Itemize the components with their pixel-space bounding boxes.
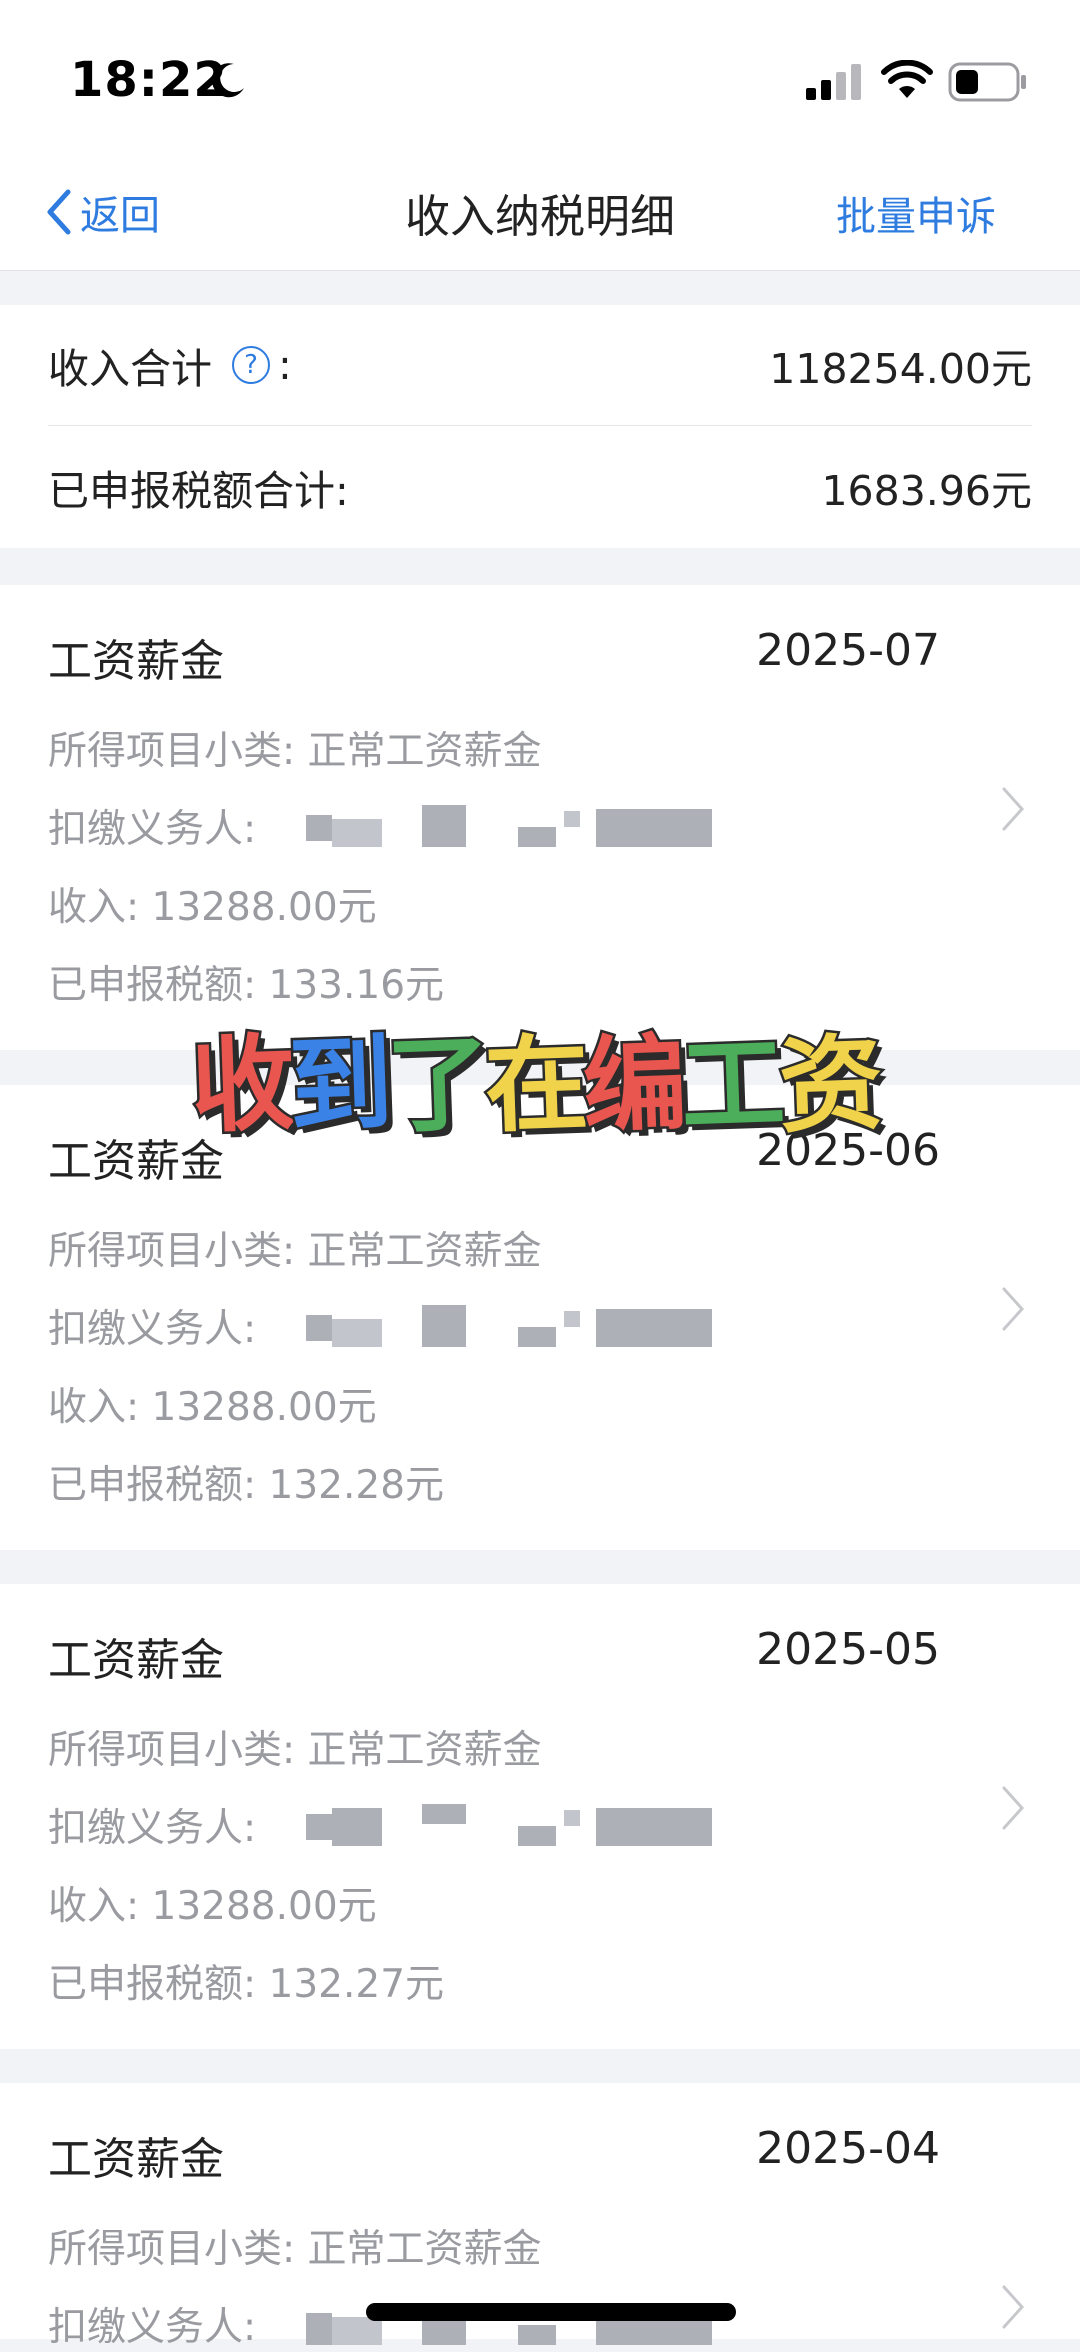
caption-char: 在 [480,1020,587,1150]
batch-appeal-button[interactable]: 批量申诉 [836,184,996,242]
record-income: 收入: 13288.00元 [48,1385,377,1430]
record-title: 工资薪金 [48,2134,224,2185]
tax-total-label: 已申报税额合计: [48,467,349,515]
chevron-right-icon [1002,787,1025,831]
summary-panel: 收入合计 ? : 118254.00元 已申报税额合计: 1683.96元 [0,305,1080,548]
record-subcategory: 所得项目小类: 正常工资薪金 [48,2227,542,2272]
payer-redacted [306,1305,712,1347]
income-total-label: 收入合计 [48,345,212,393]
record-payer: 扣缴义务人: [48,1307,257,1352]
caption-char: 工 [676,1020,783,1150]
caption-char: 到 [284,1020,391,1150]
record-title: 工资薪金 [48,636,224,687]
chevron-right-icon [1002,1786,1025,1830]
record-card[interactable]: 工资薪金 2025-06 所得项目小类: 正常工资薪金 扣缴义务人: 收入: 1… [0,1085,1080,1550]
record-subcategory: 所得项目小类: 正常工资薪金 [48,729,542,774]
caption-char: 收 [186,1020,293,1150]
record-tax: 已申报税额: 132.27元 [48,1962,445,2007]
record-income: 收入: 13288.00元 [48,885,377,930]
payer-redacted [306,805,712,847]
payer-redacted [306,1804,712,1846]
income-total-value: 118254.00元 [769,345,1032,393]
record-subcategory: 所得项目小类: 正常工资薪金 [48,1728,542,1773]
redaction-stroke [366,2303,736,2321]
record-card[interactable]: 工资薪金 2025-04 所得项目小类: 正常工资薪金 扣缴义务人: [0,2083,1080,2350]
signal-icon [806,64,861,100]
help-icon[interactable]: ? [232,346,270,384]
tax-total-value: 1683.96元 [821,467,1032,515]
record-payer: 扣缴义务人: [48,1806,257,1851]
battery-icon [948,62,1026,102]
record-tax: 已申报税额: 132.28元 [48,1463,445,1508]
income-total-row: 收入合计 ? : 118254.00元 [48,305,1032,426]
record-card[interactable]: 工资薪金 2025-05 所得项目小类: 正常工资薪金 扣缴义务人: 收入: 1… [0,1584,1080,2049]
tax-total-row: 已申报税额合计: 1683.96元 [48,426,1032,548]
moon-icon [211,63,244,98]
record-payer: 扣缴义务人: [48,2305,257,2350]
caption-char: 了 [382,1020,489,1150]
status-time: 18:22 [70,52,228,108]
record-payer: 扣缴义务人: [48,807,257,852]
nav-bar: 返回 收入纳税明细 批量申诉 [0,150,1080,271]
record-date: 2025-05 [756,1624,940,1675]
wifi-icon [881,60,933,98]
record-income: 收入: 13288.00元 [48,1884,377,1929]
record-title: 工资薪金 [48,1635,224,1686]
record-date: 2025-04 [756,2123,940,2174]
caption-char: 编 [578,1020,685,1150]
income-total-colon: : [278,341,292,389]
record-date: 2025-07 [756,625,940,676]
chevron-right-icon [1002,2285,1025,2329]
overlay-caption: 收到了在编工资 [186,1000,881,1150]
caption-char: 资 [774,1020,881,1150]
status-bar: 18:22 [0,0,1080,150]
record-subcategory: 所得项目小类: 正常工资薪金 [48,1229,542,1274]
chevron-right-icon [1002,1287,1025,1331]
record-card[interactable]: 工资薪金 2025-07 所得项目小类: 正常工资薪金 扣缴义务人: 收入: 1… [0,585,1080,1050]
